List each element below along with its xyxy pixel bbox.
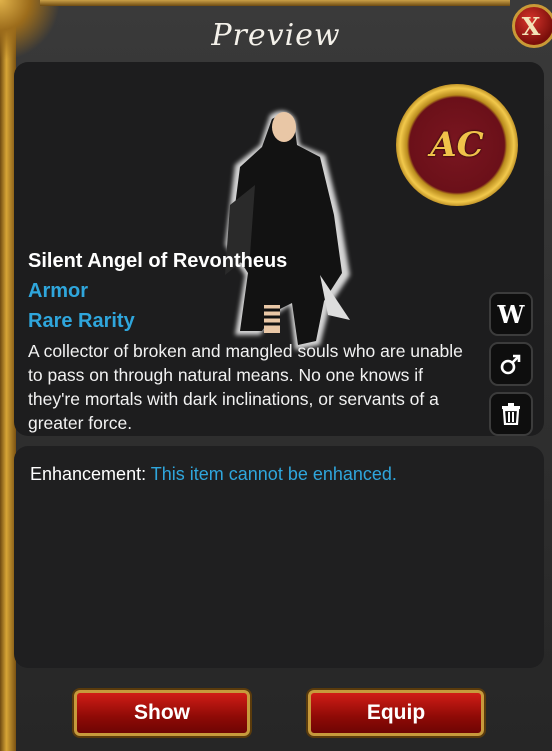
- window-title: Preview: [211, 18, 341, 53]
- enhancement-label: Enhancement:: [30, 464, 147, 484]
- show-button[interactable]: Show: [74, 690, 250, 736]
- character-preview: [225, 110, 350, 350]
- trash-icon: [502, 403, 520, 425]
- close-button[interactable]: X: [512, 4, 552, 48]
- gold-frame-top: [40, 0, 510, 6]
- weapon-view-label: W: [497, 299, 525, 329]
- ac-emblem-icon: AC: [396, 84, 518, 206]
- show-button-label: Show: [134, 701, 190, 724]
- weapon-view-button[interactable]: W: [489, 292, 533, 336]
- equip-button-label: Equip: [366, 701, 426, 724]
- item-rarity: Rare Rarity: [28, 310, 135, 332]
- item-description: A collector of broken and mangled souls …: [28, 341, 463, 433]
- item-name: Silent Angel of Revontheus: [28, 250, 288, 272]
- gender-toggle-button[interactable]: [489, 342, 533, 386]
- delete-button[interactable]: [489, 392, 533, 436]
- equip-button[interactable]: Equip: [308, 690, 484, 736]
- emblem-text: AC: [430, 125, 484, 165]
- enhancement-row: Enhancement: This item cannot be enhance…: [30, 464, 397, 485]
- male-symbol-icon: [500, 354, 521, 375]
- enhancement-value: This item cannot be enhanced.: [150, 464, 397, 484]
- item-type: Armor: [28, 280, 89, 302]
